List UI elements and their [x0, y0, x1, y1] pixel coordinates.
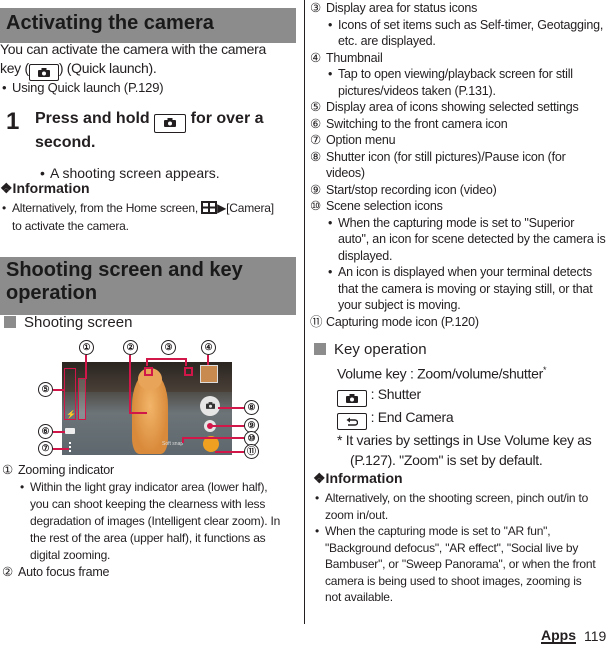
- square-bullet-icon: [314, 343, 326, 355]
- leader-line-3a: [146, 358, 148, 366]
- step-result-bullet: A shooting screen appears.: [38, 165, 338, 181]
- shooting-screen-items-right: ③Display area for status icons Icons of …: [310, 0, 608, 330]
- leader-line-10: [182, 437, 244, 439]
- subsection-key-operation: Key operation: [314, 341, 427, 358]
- footnote: * It varies by settings in Use Volume ke…: [337, 431, 592, 448]
- subsection-shooting-screen: Shooting screen: [4, 314, 132, 331]
- list-item: ⑥ Switching to the front camera icon: [310, 116, 508, 131]
- list-item: ③ Display area for status icons: [310, 1, 478, 15]
- list-item-bullet: Tap to open viewing/playback screen for …: [326, 66, 608, 99]
- list-item: ⑪ Capturing mode icon (P.120): [310, 314, 479, 329]
- shooting-screen-items-left: ①Zooming indicator Within the light gray…: [2, 462, 302, 581]
- list-item: ① Zooming indicator: [2, 463, 114, 477]
- callout-2: ②: [123, 340, 138, 355]
- left-column: Activating the camera You can activate t…: [0, 0, 300, 331]
- zoom-indicator[interactable]: [78, 378, 86, 420]
- key-operation-list: Volume key : Zoom/volume/shutter* : Shut…: [337, 360, 607, 470]
- arrow-right-icon: ▶: [217, 201, 227, 215]
- volume-key-row: Volume key : Zoom/volume/shutter*: [337, 365, 547, 382]
- intro-paragraph: You can activate the camera with the cam…: [0, 40, 300, 81]
- intro-line-1: You can activate the camera with the cam…: [0, 41, 266, 57]
- front-camera-switch-icon[interactable]: [65, 428, 75, 434]
- footer-section-label: Apps: [541, 627, 576, 644]
- list-item: ⑨ Start/stop recording icon (video): [310, 182, 497, 197]
- callout-8: ⑧: [244, 400, 259, 415]
- list-item: ② Auto focus frame: [2, 565, 110, 579]
- leader-line-2: [129, 355, 131, 413]
- information-text: Alternatively, from the Home screen, ▶[C…: [0, 200, 300, 234]
- page-number: 119: [584, 628, 607, 644]
- list-item: ⑤ Display area of icons showing selected …: [310, 100, 579, 114]
- leader-line-3b: [185, 358, 187, 366]
- camera-key-icon: [337, 389, 367, 407]
- status-icon-selftimer: [144, 367, 153, 376]
- apps-grid-icon: [201, 201, 218, 218]
- list-item: ④ Thumbnail: [310, 50, 383, 65]
- scene-selection-text: Soft snap: [162, 441, 184, 447]
- callout-5: ⑤: [38, 382, 53, 397]
- info-bullet: Alternatively, on the shooting screen, p…: [313, 490, 608, 523]
- info-bullet: When the capturing mode is set to "AR fu…: [313, 523, 608, 606]
- callout-6: ⑥: [38, 424, 53, 439]
- callout-7: ⑦: [38, 441, 53, 456]
- list-item: ⑦ Option menu: [310, 133, 396, 147]
- leader-line-9: [212, 425, 244, 427]
- list-item-bullet: Within the light gray indicator area (lo…: [18, 479, 302, 564]
- information-heading: ❖Information: [0, 180, 90, 196]
- leader-line-11: [215, 451, 244, 453]
- leader-line-2b: [129, 412, 147, 414]
- callout-1: ①: [79, 340, 94, 355]
- leader-line-10b: [182, 437, 184, 443]
- leader-line-1: [85, 355, 87, 379]
- shutter-key-row: : Shutter: [337, 384, 607, 407]
- leader-line-8: [218, 407, 244, 409]
- section-title-shooting-screen: Shooting screen and key operation: [0, 257, 296, 315]
- list-item-bullet: When the capturing mode is set to "Super…: [326, 215, 608, 265]
- leader-line-6: [53, 431, 65, 433]
- camera-icon: [205, 402, 215, 409]
- list-item: ⑩ Scene selection icons: [310, 199, 443, 213]
- list-item: ⑧ Shutter icon (for still pictures)/Pause…: [310, 149, 566, 164]
- camera-key-icon: [28, 64, 59, 81]
- list-item-bullet: An icon is displayed when your terminal …: [326, 264, 608, 314]
- leader-line-4: [207, 355, 209, 365]
- camera-key-icon: [154, 114, 187, 133]
- leader-line-5: [53, 389, 65, 391]
- callout-4: ④: [201, 340, 216, 355]
- camera-screen-preview: ⚡ Soft snap: [62, 362, 232, 455]
- list-item-bullet: Icons of set items such as Self-timer, G…: [326, 17, 608, 50]
- column-divider: [304, 0, 305, 624]
- step-number: 1: [6, 108, 20, 135]
- flash-icon[interactable]: ⚡: [66, 410, 76, 419]
- shutter-button[interactable]: [200, 396, 220, 416]
- information-heading-right: ❖Information: [313, 470, 403, 486]
- intro-line-2: key () (Quick launch).: [0, 59, 300, 81]
- callout-3: ③: [161, 340, 176, 355]
- section-title-activating: Activating the camera: [0, 8, 296, 43]
- back-key-row: : End Camera: [337, 407, 607, 430]
- back-key-icon: [337, 412, 367, 430]
- option-menu-icon[interactable]: [69, 442, 71, 452]
- leader-line-7: [53, 448, 69, 450]
- information-text-right: Alternatively, on the shooting screen, p…: [313, 490, 608, 606]
- square-bullet-icon: [4, 316, 16, 328]
- status-icon-geotag: [184, 367, 193, 376]
- step-instruction: Press and hold for over a second.: [35, 110, 264, 151]
- thumbnail[interactable]: [200, 365, 218, 383]
- leader-line-3: [146, 358, 186, 360]
- callout-11: ⑪: [244, 444, 259, 459]
- quick-launch-bullet[interactable]: Using Quick launch (P.129): [0, 80, 300, 96]
